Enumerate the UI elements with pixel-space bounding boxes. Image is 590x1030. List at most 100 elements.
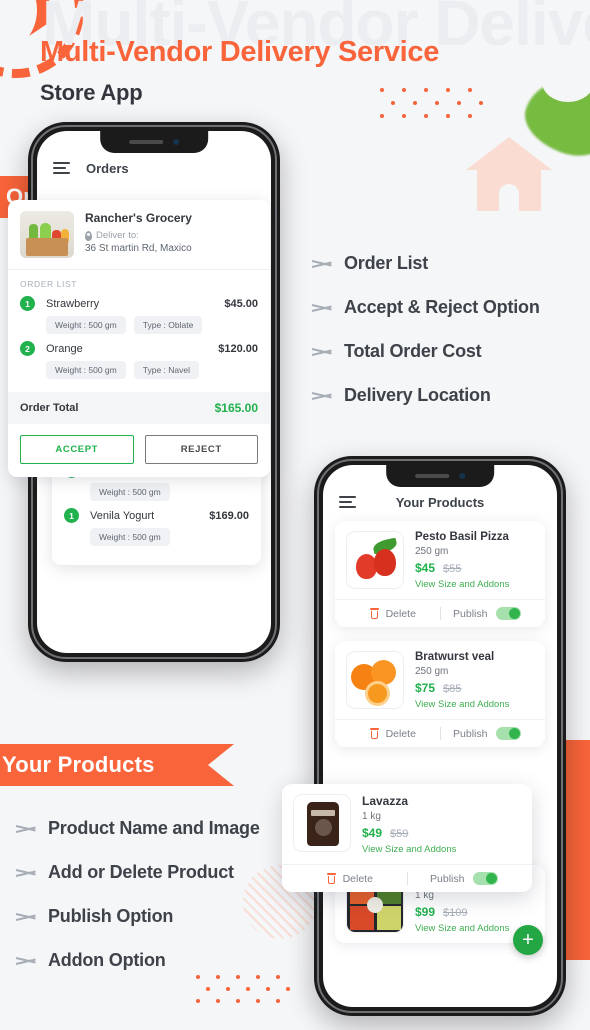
product-prices: $45 $55 xyxy=(415,561,509,575)
speaker-icon xyxy=(129,140,163,144)
order-card-featured[interactable]: Rancher's Grocery Deliver to: 36 St mart… xyxy=(8,200,270,477)
order-list-label: ORDER LIST xyxy=(20,279,78,289)
feature-label: Order List xyxy=(344,253,429,273)
chip-type: Type : Navel xyxy=(133,361,199,379)
product-qty: 250 gm xyxy=(415,546,449,557)
item-chips: Weight : 500 gm Type : Oblate xyxy=(46,316,258,334)
feature-item: Delivery Location xyxy=(312,385,540,406)
product-actions: Delete Publish xyxy=(282,864,532,892)
product-card[interactable]: Bratwurst veal 250 gm $75 $85 View Size … xyxy=(335,641,545,747)
item-name: Venila Yogurt xyxy=(90,509,155,522)
phone-notch xyxy=(100,131,208,153)
publish-control[interactable]: Publish xyxy=(441,727,535,740)
publish-label: Publish xyxy=(430,872,465,885)
product-name: Pesto Basil Pizza xyxy=(415,531,509,543)
product-prices: $99 $109 xyxy=(415,905,509,919)
orders-title: Orders xyxy=(86,160,129,176)
delete-button[interactable]: Delete xyxy=(346,728,440,740)
product-main: Lavazza 1 kg $49 $59 View Size and Addon… xyxy=(282,784,532,864)
order-total-row: Order Total $165.00 xyxy=(8,392,270,424)
accept-button[interactable]: ACCEPT xyxy=(20,435,134,464)
feature-item: Addon Option xyxy=(16,950,260,971)
product-image xyxy=(346,531,404,589)
speaker-icon xyxy=(415,474,449,478)
feature-item: Add or Delete Product xyxy=(16,862,260,883)
ribbon-notch xyxy=(208,744,234,786)
product-old-price: $109 xyxy=(443,907,468,919)
view-addons-link[interactable]: View Size and Addons xyxy=(415,923,509,934)
arrow-bullet-icon xyxy=(312,345,334,359)
view-addons-link[interactable]: View Size and Addons xyxy=(415,579,509,590)
add-product-button[interactable]: + xyxy=(513,925,543,955)
feature-label: Accept & Reject Option xyxy=(344,297,540,317)
arrow-bullet-icon xyxy=(16,822,38,836)
feature-label: Total Order Cost xyxy=(344,341,482,361)
delete-label: Delete xyxy=(385,607,416,620)
page-root: Multi-Vendor Delivery Service Multi-Vend… xyxy=(0,0,590,1030)
product-image xyxy=(293,794,351,852)
order-item-row: 2 Orange $120.00 xyxy=(20,341,258,356)
feature-label: Delivery Location xyxy=(344,385,491,405)
item-number-badge: 2 xyxy=(20,341,35,356)
order-actions: ACCEPT REJECT xyxy=(8,424,270,477)
delivery-address: 36 St martin Rd, Maxico xyxy=(85,243,192,254)
camera-icon xyxy=(173,139,179,145)
order-item-row: 1 Strawberry $45.00 xyxy=(20,296,258,311)
item-name: Orange xyxy=(46,342,83,355)
house-icon xyxy=(466,137,552,211)
delete-button[interactable]: Delete xyxy=(293,873,407,885)
feature-label: Product Name and Image xyxy=(48,818,260,838)
products-screen: Your Products Pesto Basil Pizza 250 gm $… xyxy=(323,465,557,1007)
delete-label: Delete xyxy=(385,727,416,740)
feature-list-products: Product Name and Image Add or Delete Pro… xyxy=(16,818,260,994)
product-actions: Delete Publish xyxy=(335,719,545,747)
publish-control[interactable]: Publish xyxy=(408,872,522,885)
product-old-price: $55 xyxy=(443,563,462,575)
chip-weight: Weight : 500 gm xyxy=(46,316,126,334)
hamburger-icon[interactable] xyxy=(339,496,356,508)
phone-notch xyxy=(386,465,494,487)
deliver-to-row: Deliver to: xyxy=(85,230,192,241)
item-chips: Weight : 500 gm Type : Navel xyxy=(46,361,258,379)
chip-weight: Weight : 500 gm xyxy=(90,528,170,546)
publish-toggle[interactable] xyxy=(496,727,522,740)
deliver-to-label: Deliver to: xyxy=(96,230,139,241)
camera-icon xyxy=(459,473,465,479)
product-main: Bratwurst veal 250 gm $75 $85 View Size … xyxy=(335,641,545,719)
hamburger-icon[interactable] xyxy=(53,162,70,174)
publish-label: Publish xyxy=(453,727,488,740)
chip-weight: Weight : 500 gm xyxy=(46,361,126,379)
delete-button[interactable]: Delete xyxy=(346,608,440,620)
store-image xyxy=(20,211,74,258)
item-number-badge: 1 xyxy=(20,296,35,311)
product-image xyxy=(346,651,404,709)
product-prices: $75 $85 xyxy=(415,681,509,695)
publish-control[interactable]: Publish xyxy=(441,607,535,620)
publish-toggle[interactable] xyxy=(496,607,522,620)
order-card-header: Rancher's Grocery Deliver to: 36 St mart… xyxy=(8,200,270,270)
view-addons-link[interactable]: View Size and Addons xyxy=(362,844,456,855)
publish-toggle[interactable] xyxy=(473,872,499,885)
feature-item: Order List xyxy=(312,253,540,274)
order-item-row: 1 Venila Yogurt $169.00 xyxy=(64,508,249,523)
feature-label: Add or Delete Product xyxy=(48,862,234,882)
arrow-bullet-icon xyxy=(312,301,334,315)
product-price: $45 xyxy=(415,561,436,575)
ribbon-products-label: Your Products xyxy=(2,752,155,777)
delete-label: Delete xyxy=(342,872,373,885)
trash-icon xyxy=(326,873,336,884)
product-card-featured[interactable]: Lavazza 1 kg $49 $59 View Size and Addon… xyxy=(282,784,532,892)
arrow-bullet-icon xyxy=(312,389,334,403)
item-chips: Weight : 500 gm xyxy=(90,483,249,501)
item-number-badge: 1 xyxy=(64,508,79,523)
reject-button[interactable]: REJECT xyxy=(144,435,258,464)
green-leaf-cutout-decoration xyxy=(542,62,590,102)
feature-item: Accept & Reject Option xyxy=(312,297,540,318)
order-card-body: ORDER LIST 1 Strawberry $45.00 Weight : … xyxy=(8,270,270,390)
product-price: $75 xyxy=(415,681,436,695)
product-old-price: $59 xyxy=(390,828,409,840)
product-price: $99 xyxy=(415,905,436,919)
view-addons-link[interactable]: View Size and Addons xyxy=(415,699,509,710)
product-qty: 250 gm xyxy=(415,666,449,677)
product-card[interactable]: Pesto Basil Pizza 250 gm $45 $55 View Si… xyxy=(335,521,545,627)
